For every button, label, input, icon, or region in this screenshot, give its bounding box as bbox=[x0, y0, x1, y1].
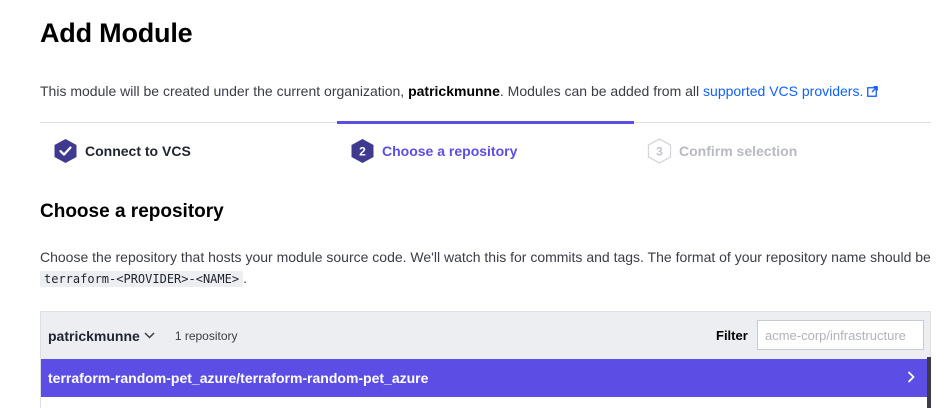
external-link-icon bbox=[867, 86, 879, 97]
step-label: Choose a repository bbox=[382, 143, 518, 159]
section-title: Choose a repository bbox=[40, 201, 224, 222]
repository-name: terraform-random-pet_azure/terraform-ran… bbox=[48, 370, 429, 386]
intro-text: This module will be created under the cu… bbox=[40, 83, 879, 99]
filter-input[interactable] bbox=[757, 320, 924, 350]
repository-count: 1 repository bbox=[174, 328, 238, 343]
svg-text:2: 2 bbox=[359, 145, 366, 159]
intro-middle: . Modules can be added from all bbox=[499, 83, 700, 99]
scrollbar[interactable] bbox=[927, 357, 931, 408]
filter-label: Filter bbox=[716, 328, 748, 343]
desc-end: . bbox=[243, 270, 247, 286]
organization-dropdown[interactable]: patrickmunne bbox=[48, 328, 155, 344]
step-number-hexagon: 2 bbox=[351, 139, 374, 163]
desc-line-1: Choose the repository that hosts your mo… bbox=[40, 249, 912, 265]
step-label: Connect to VCS bbox=[85, 143, 191, 159]
wizard-steps: Connect to VCS 2 Choose a repository 3 C… bbox=[40, 121, 931, 179]
step-connect-vcs[interactable]: Connect to VCS bbox=[40, 123, 337, 179]
organization-dropdown-label: patrickmunne bbox=[48, 327, 140, 344]
intro-org-name: patrickmunne bbox=[408, 83, 500, 99]
intro-prefix: This module will be created under the cu… bbox=[40, 83, 405, 99]
step-label: Confirm selection bbox=[679, 143, 798, 159]
chevron-right-icon bbox=[907, 371, 915, 383]
repo-name-format-code: terraform-<PROVIDER>-<NAME> bbox=[40, 271, 244, 287]
desc-be: be bbox=[915, 249, 931, 265]
supported-vcs-link-label: supported VCS providers. bbox=[703, 83, 864, 99]
repository-row[interactable]: terraform-random-pet_azure/terraform-ran… bbox=[41, 359, 930, 397]
repository-list-header: patrickmunne 1 repository Filter bbox=[41, 312, 930, 359]
step-confirm-selection: 3 Confirm selection bbox=[634, 123, 931, 179]
supported-vcs-link[interactable]: supported VCS providers. bbox=[703, 83, 879, 99]
svg-text:3: 3 bbox=[656, 145, 663, 159]
step-choose-repository[interactable]: 2 Choose a repository bbox=[337, 121, 634, 179]
check-hexagon-icon bbox=[54, 139, 77, 163]
repository-list-panel: patrickmunne 1 repository Filter terrafo… bbox=[40, 311, 931, 408]
active-step-indicator bbox=[337, 121, 634, 124]
page-title: Add Module bbox=[40, 18, 193, 48]
section-description: Choose the repository that hosts your mo… bbox=[40, 247, 935, 290]
chevron-down-icon bbox=[144, 332, 155, 339]
step-number-hexagon: 3 bbox=[647, 138, 672, 164]
